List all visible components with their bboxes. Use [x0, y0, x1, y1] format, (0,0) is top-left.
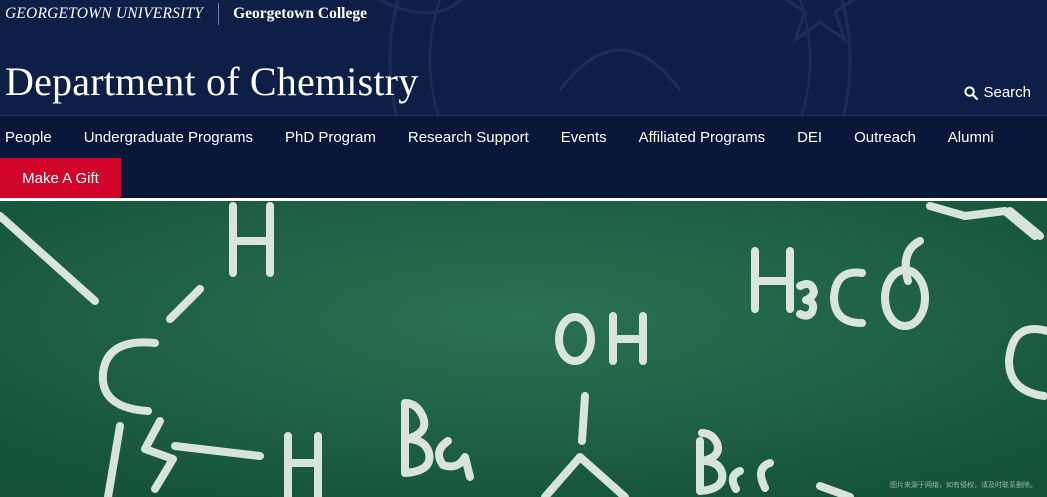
nav-item-undergraduate-programs[interactable]: Undergraduate Programs [84, 129, 253, 146]
page-title[interactable]: Department of Chemistry [5, 58, 418, 105]
hero-image: 图片来源于网络，如有侵权，请及时联系删除。 [0, 201, 1047, 497]
make-a-gift-button[interactable]: Make A Gift [0, 158, 121, 198]
utility-bar: GEORGETOWN UNIVERSITY Georgetown College [0, 0, 1047, 28]
nav-item-alumni[interactable]: Alumni [948, 129, 994, 146]
nav-item-research-support[interactable]: Research Support [408, 129, 529, 146]
georgetown-university-logo[interactable]: GEORGETOWN UNIVERSITY [5, 5, 203, 23]
site-header: GEORGETOWN UNIVERSITY Georgetown College… [0, 0, 1047, 198]
chalkboard-chemistry-illustration [0, 201, 1047, 497]
nav-item-outreach[interactable]: Outreach [854, 129, 916, 146]
gift-row: Make A Gift [0, 158, 1047, 198]
georgetown-college-link[interactable]: Georgetown College [233, 5, 367, 23]
nav-item-phd-program[interactable]: PhD Program [285, 129, 376, 146]
nav-item-people[interactable]: People [5, 129, 52, 146]
nav-item-affiliated-programs[interactable]: Affiliated Programs [639, 129, 765, 146]
topbar-divider [218, 3, 220, 25]
nav-item-dei[interactable]: DEI [797, 129, 822, 146]
search-icon [964, 85, 979, 100]
search-label: Search [983, 84, 1031, 101]
main-nav: People Undergraduate Programs PhD Progra… [0, 115, 1047, 159]
image-credit-caption: 图片来源于网络，如有侵权，请及时联系删除。 [890, 482, 1037, 489]
nav-item-events[interactable]: Events [561, 129, 607, 146]
search-button[interactable]: Search [964, 84, 1031, 101]
